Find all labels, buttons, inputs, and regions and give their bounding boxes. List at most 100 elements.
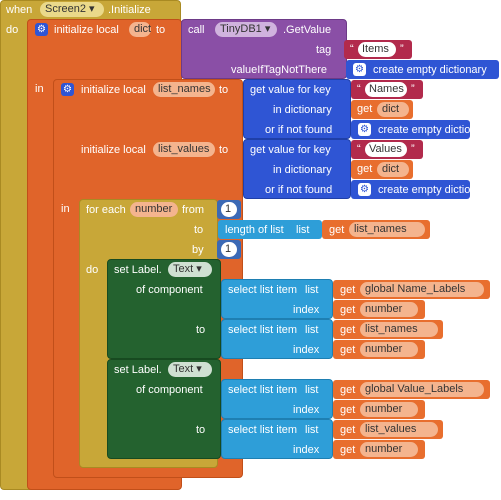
var-list-values-name[interactable]: list_values	[153, 142, 215, 157]
select-list-item-label: select list item	[228, 284, 298, 296]
index-label: index	[293, 404, 320, 416]
mutator-gear-icon[interactable]: ⚙	[35, 23, 48, 36]
of-component-label: of component	[136, 284, 203, 296]
label-prop-text: Text	[173, 363, 194, 375]
names-key-value[interactable]: Names	[365, 82, 407, 97]
label-property-dropdown[interactable]: Text ▾	[168, 262, 212, 277]
label-prop-text: Text	[173, 263, 194, 275]
tag-label: tag	[316, 44, 332, 56]
label-property-dropdown[interactable]: Text ▾	[168, 362, 212, 377]
index-label: index	[293, 344, 320, 356]
init-local-label: initialize local	[54, 24, 119, 36]
to-label: to	[196, 424, 206, 436]
select-list-item-label: select list item	[228, 324, 298, 336]
init-local-label: initialize local	[81, 84, 146, 96]
get-list-var-dropdown[interactable]: list_values	[360, 422, 438, 437]
get-label: get	[340, 324, 356, 336]
blocks-workspace: when Screen2 ▾ .Initialize do ⚙ initiali…	[0, 0, 501, 500]
index-label: index	[293, 304, 320, 316]
mutator-gear-icon[interactable]: ⚙	[61, 83, 74, 96]
list-label: list	[305, 424, 319, 436]
get-number-var-dropdown[interactable]: number	[360, 402, 418, 417]
get-label: get	[340, 444, 356, 456]
getvalue-method-label: .GetValue	[283, 24, 332, 36]
mutator-gear-icon[interactable]: ⚙	[353, 63, 366, 76]
create-empty-dict-label: create empty dictionary	[378, 184, 492, 196]
by-value[interactable]: 1	[221, 242, 237, 257]
list-label: list	[305, 324, 319, 336]
tinydb-name: TinyDB1	[220, 23, 262, 35]
get-label: get	[340, 344, 356, 356]
from-label: from	[182, 204, 204, 216]
in-label: in	[35, 83, 44, 95]
by-label: by	[192, 244, 204, 256]
get-label: get	[340, 424, 356, 436]
call-label: call	[188, 24, 205, 36]
text-quote-close: ”	[411, 143, 415, 155]
list-label: list	[305, 384, 319, 396]
set-label: set Label.	[114, 264, 162, 276]
initialize-event-label: .Initialize	[108, 4, 151, 16]
get-label: get	[357, 163, 373, 175]
create-empty-dict-label: create empty dictionary	[373, 64, 487, 76]
get-label: get	[329, 224, 345, 236]
length-of-list-label: length of list	[225, 224, 284, 236]
values-key-value[interactable]: Values	[365, 142, 407, 157]
do-label: do	[6, 24, 19, 36]
of-component-label: of component	[136, 384, 203, 396]
to-label: to	[156, 24, 166, 36]
when-label: when	[6, 4, 33, 16]
in-dictionary-label: in dictionary	[273, 164, 332, 176]
get-global-var-dropdown[interactable]: global Name_Labels	[360, 282, 484, 297]
init-local-label: initialize local	[81, 144, 146, 156]
select-list-item-label: select list item	[228, 384, 298, 396]
text-quote-close: ”	[400, 43, 404, 55]
get-dict-var-dropdown[interactable]: dict	[377, 162, 409, 177]
get-value-for-key-label: get value for key	[250, 144, 331, 156]
in-label: in	[61, 203, 70, 215]
or-if-not-found-label: or if not found	[265, 184, 333, 196]
get-label: get	[357, 103, 373, 115]
to-label: to	[219, 84, 229, 96]
get-label: get	[340, 404, 356, 416]
loop-var-number[interactable]: number	[130, 202, 178, 217]
from-value[interactable]: 1	[221, 202, 237, 217]
screen-name: Screen2	[45, 3, 86, 15]
or-if-not-found-label: or if not found	[265, 124, 333, 136]
get-global-var-dropdown[interactable]: global Value_Labels	[360, 382, 484, 397]
mutator-gear-icon[interactable]: ⚙	[358, 123, 371, 136]
to-label: to	[219, 144, 229, 156]
text-quote-open: “	[357, 83, 361, 95]
get-value-for-key-label: get value for key	[250, 84, 331, 96]
text-quote-open: “	[357, 143, 361, 155]
get-label: get	[340, 304, 356, 316]
get-list-var-dropdown[interactable]: list_names	[349, 222, 425, 237]
get-number-var-dropdown[interactable]: number	[360, 442, 418, 457]
text-quote-close: ”	[411, 83, 415, 95]
value-if-tag-not-there-label: valueIfTagNotThere	[231, 64, 327, 76]
get-dict-var-dropdown[interactable]: dict	[377, 102, 409, 117]
get-list-var-dropdown[interactable]: list_names	[360, 322, 438, 337]
set-label: set Label.	[114, 364, 162, 376]
list-label: list	[305, 284, 319, 296]
to-label: to	[196, 324, 206, 336]
select-list-item-label: select list item	[228, 424, 298, 436]
items-tag-value[interactable]: Items	[358, 42, 396, 57]
index-label: index	[293, 444, 320, 456]
to-label: to	[194, 224, 204, 236]
get-label: get	[340, 384, 356, 396]
in-dictionary-label: in dictionary	[273, 104, 332, 116]
var-list-names-name[interactable]: list_names	[153, 82, 215, 97]
get-number-var-dropdown[interactable]: number	[360, 342, 418, 357]
mutator-gear-icon[interactable]: ⚙	[358, 183, 371, 196]
for-each-label: for each	[86, 204, 126, 216]
var-dict-name[interactable]: dict	[129, 22, 151, 37]
get-number-var-dropdown[interactable]: number	[360, 302, 418, 317]
get-label: get	[340, 284, 356, 296]
list-label: list	[296, 224, 310, 236]
screen-component-dropdown[interactable]: Screen2 ▾	[40, 2, 104, 17]
create-empty-dict-label: create empty dictionary	[378, 124, 492, 136]
do-label: do	[86, 264, 99, 276]
text-quote-open: “	[350, 43, 354, 55]
tinydb-component-dropdown[interactable]: TinyDB1 ▾	[215, 22, 277, 37]
